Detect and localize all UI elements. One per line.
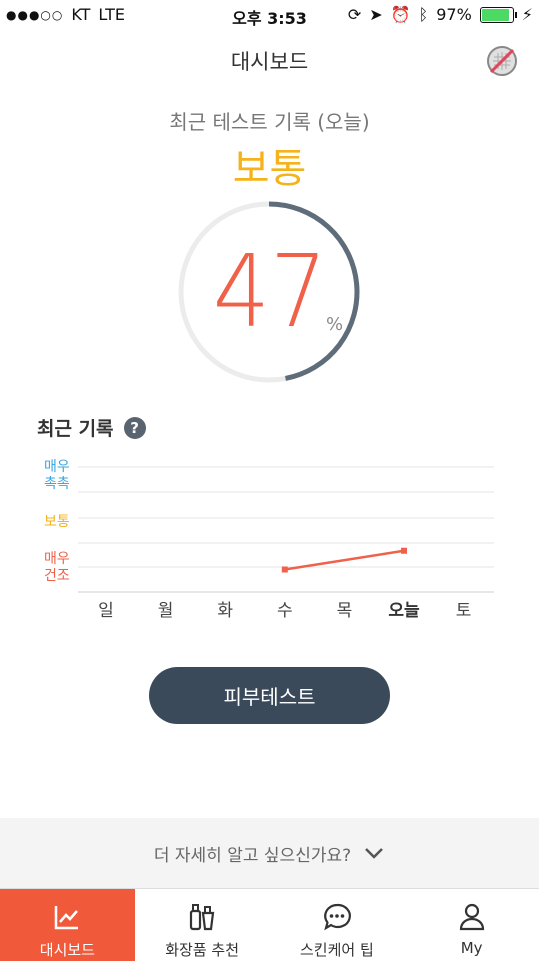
charging-icon: ⚡ bbox=[521, 5, 533, 24]
tab-label: 대시보드 bbox=[39, 941, 95, 959]
help-icon[interactable]: ? bbox=[123, 416, 146, 439]
bluetooth-icon: ᛒ bbox=[418, 5, 429, 24]
x-tick-label: 목 bbox=[336, 601, 353, 621]
alarm-icon: ⏰ bbox=[390, 5, 411, 24]
tab-cosmetics[interactable]: 화장품 추천 bbox=[135, 889, 270, 961]
header: 대시보드 bbox=[0, 32, 539, 90]
y-label-moist: 매우 촉촉 bbox=[44, 459, 70, 492]
x-tick-label: 오늘 bbox=[388, 601, 420, 621]
history-label: 최근 기록 bbox=[37, 418, 114, 440]
history-title: 최근 기록 ? bbox=[37, 414, 146, 441]
x-tick-label: 월 bbox=[157, 601, 174, 621]
skin-status: 보통 bbox=[232, 146, 307, 192]
orientation-lock-icon: ⟳ bbox=[347, 5, 362, 24]
chart-icon bbox=[55, 906, 79, 930]
more-info-bar[interactable]: 더 자세히 알고 싶으신가요? bbox=[0, 818, 539, 888]
moisture-unit: % bbox=[326, 314, 344, 335]
skin-test-button[interactable]: 피부테스트 bbox=[149, 667, 390, 724]
tab-skincare-tips[interactable]: 스킨케어 팁 bbox=[270, 889, 405, 961]
x-tick-label: 토 bbox=[455, 601, 472, 621]
moisture-value: 47 bbox=[212, 233, 328, 350]
person-icon bbox=[459, 903, 484, 931]
chevron-down-icon bbox=[365, 848, 384, 859]
status-bar: ●●●○○ KT LTE 오후 3:53 ⟳ ➤ ⏰ ᛒ 97% ⚡ bbox=[0, 0, 539, 32]
tab-my[interactable]: My bbox=[404, 889, 539, 961]
no-powder-icon[interactable] bbox=[485, 44, 519, 78]
page-title: 대시보드 bbox=[230, 50, 309, 74]
tab-bar: 대시보드 화장품 추천 스킨케어 팁 My bbox=[0, 888, 539, 961]
y-label-normal: 보통 bbox=[44, 514, 70, 530]
data-point bbox=[281, 566, 288, 573]
tab-label: My bbox=[460, 939, 483, 957]
location-icon: ➤ bbox=[369, 5, 383, 24]
tab-dashboard[interactable]: 대시보드 bbox=[0, 889, 135, 961]
battery-percent: 97% bbox=[436, 5, 472, 24]
tab-label: 스킨케어 팁 bbox=[299, 941, 374, 959]
cosmetics-icon bbox=[190, 904, 215, 931]
y-label-dry: 매우 건조 bbox=[44, 551, 70, 584]
x-tick-label: 화 bbox=[217, 601, 233, 621]
x-tick-label: 수 bbox=[276, 601, 293, 621]
battery-icon bbox=[479, 6, 517, 23]
data-point bbox=[401, 547, 407, 554]
recent-test-label: 최근 테스트 기록 (오늘) bbox=[169, 110, 370, 134]
more-info-label: 더 자세히 알고 싶으신가요? bbox=[153, 845, 352, 866]
chat-icon bbox=[323, 903, 351, 931]
x-tick-label: 일 bbox=[98, 601, 114, 621]
tab-label: 화장품 추천 bbox=[165, 941, 240, 959]
